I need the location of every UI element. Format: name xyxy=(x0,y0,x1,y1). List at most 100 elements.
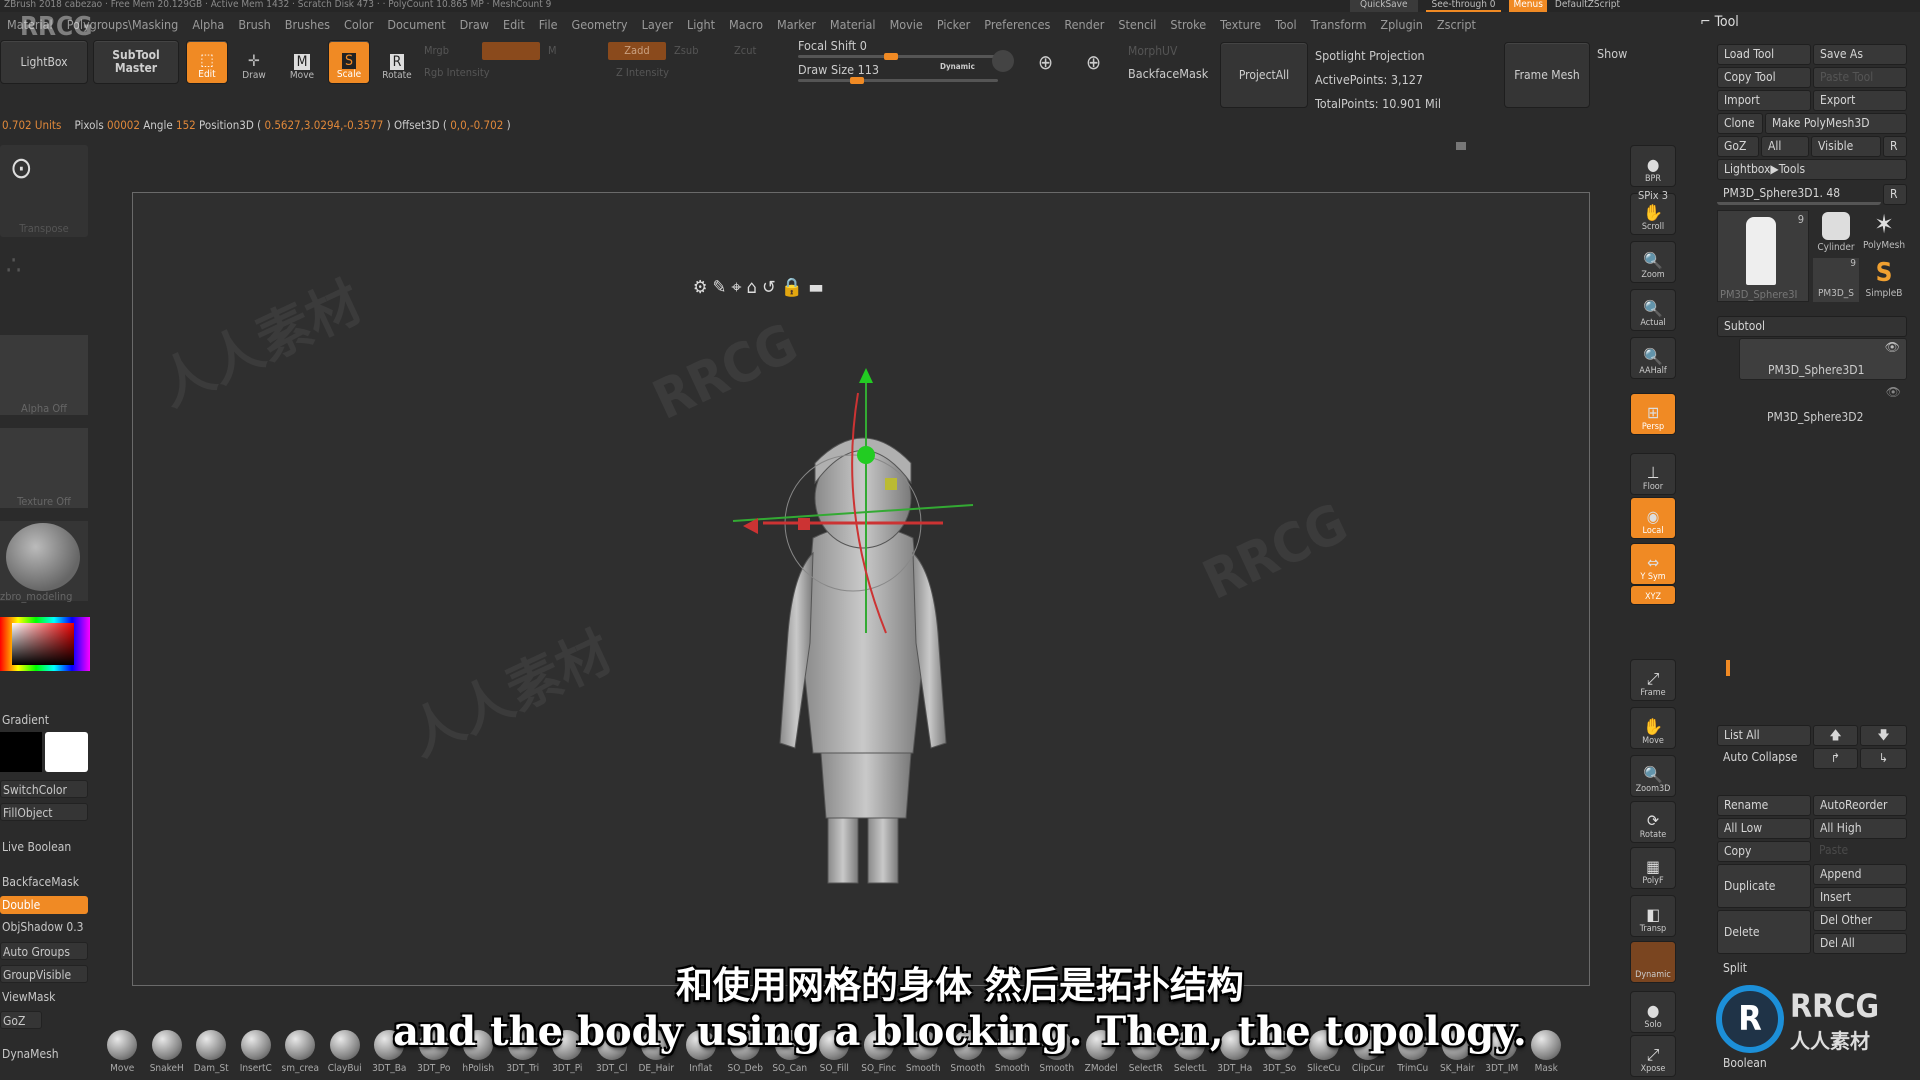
obj-shadow-slider[interactable]: ObjShadow 0.3 xyxy=(0,918,88,936)
menu-light[interactable]: Light xyxy=(680,14,722,36)
duplicate-button[interactable]: Duplicate xyxy=(1717,864,1811,908)
show-button[interactable]: Show xyxy=(1597,46,1627,61)
menu-stencil[interactable]: Stencil xyxy=(1111,14,1163,36)
auto-reorder-button[interactable]: AutoReorder xyxy=(1813,795,1907,816)
goz-button[interactable]: GoZ xyxy=(1717,136,1759,157)
shelf-polyf-button[interactable]: ▦ PolyF xyxy=(1630,847,1676,889)
shelf-frame-button[interactable]: ⤢ Frame xyxy=(1630,659,1676,701)
current-tool-slider[interactable]: PM3D_Sphere3D1. 48 xyxy=(1717,184,1881,205)
menu-transform[interactable]: Transform xyxy=(1304,14,1374,36)
delete-button[interactable]: Delete xyxy=(1717,910,1811,954)
all-high-button[interactable]: All High xyxy=(1813,818,1907,839)
menu-document[interactable]: Document xyxy=(380,14,452,36)
alpha-selector[interactable]: Alpha Off xyxy=(0,335,88,415)
menu-brushes[interactable]: Brushes xyxy=(278,14,337,36)
transpose-button[interactable]: ⊙ Transpose xyxy=(0,145,88,237)
backface-mask-button[interactable]: BackfaceMask xyxy=(1128,66,1208,81)
spix-slider[interactable]: SPix 3 xyxy=(1630,189,1676,202)
arrow-right-icon[interactable]: ↱ xyxy=(1813,748,1858,769)
mrgb-button[interactable]: Mrgb xyxy=(424,44,449,57)
z-intensity-slider[interactable]: Z Intensity xyxy=(616,66,669,79)
menu-marker[interactable]: Marker xyxy=(770,14,823,36)
lightbox-tools-button[interactable]: Lightbox▶Tools xyxy=(1717,159,1907,180)
stroke-dots-icon[interactable]: ∴ xyxy=(0,245,88,325)
shelf-zoom-button[interactable]: 🔍 Zoom xyxy=(1630,241,1676,283)
shelf-rotate-button[interactable]: ⟳ Rotate xyxy=(1630,801,1676,843)
menu-alpha[interactable]: Alpha xyxy=(185,14,231,36)
gizmo-toolbar-icons[interactable]: ⚙ ✎ ⌖ ⌂ ↺ 🔒 ▬ xyxy=(693,277,824,298)
copy-tool-button[interactable]: Copy Tool xyxy=(1717,67,1811,88)
live-boolean-toggle[interactable]: Live Boolean xyxy=(0,838,88,856)
menu-preferences[interactable]: Preferences xyxy=(977,14,1057,36)
subtool-master-button[interactable]: SubTool Master xyxy=(93,40,179,84)
menu-render[interactable]: Render xyxy=(1057,14,1111,36)
project-all-button[interactable]: ProjectAll xyxy=(1220,42,1308,108)
shelf-move-button[interactable]: ✋ Move xyxy=(1630,707,1676,749)
rgb-button[interactable] xyxy=(482,42,540,60)
visibility-eye-icon[interactable]: 👁 xyxy=(1885,340,1900,354)
goz-visible-button[interactable]: Visible xyxy=(1811,136,1881,157)
export-button[interactable]: Export xyxy=(1813,90,1907,111)
all-low-button[interactable]: All Low xyxy=(1717,818,1811,839)
menu-zplugin[interactable]: Zplugin xyxy=(1373,14,1430,36)
quicksave-button[interactable]: QuickSave xyxy=(1350,0,1418,12)
shelf-y-sym-button[interactable]: ⇔ Y Sym xyxy=(1630,543,1676,585)
insert-button[interactable]: Insert xyxy=(1813,887,1907,908)
double-toggle[interactable]: Double xyxy=(0,896,88,914)
zadd-button[interactable]: Zadd xyxy=(608,42,666,60)
shelf-zoom3d-button[interactable]: 🔍 Zoom3D xyxy=(1630,755,1676,797)
menu-material[interactable]: Material xyxy=(823,14,883,36)
backface-mask-toggle[interactable]: BackfaceMask xyxy=(0,873,88,891)
boolean-section[interactable]: Boolean xyxy=(1717,1054,1907,1075)
arrow-down-right-icon[interactable]: ↳ xyxy=(1860,748,1907,769)
tool-thumb-main[interactable]: 9 PM3D_Sphere3I xyxy=(1717,210,1809,302)
menu-zscript[interactable]: Zscript xyxy=(1430,14,1483,36)
m-button[interactable]: M xyxy=(548,44,557,57)
save-as-button[interactable]: Save As xyxy=(1813,44,1907,65)
paste-button[interactable]: Paste xyxy=(1813,841,1907,862)
dynamic-toggle[interactable]: Dynamic xyxy=(940,62,975,71)
tool-panel-scroll-indicator[interactable] xyxy=(1726,660,1730,676)
spotlight-s-icon[interactable]: ⊕ xyxy=(1038,50,1053,74)
spotlight-d-icon[interactable]: ⊕ xyxy=(1086,50,1101,74)
menu-edit[interactable]: Edit xyxy=(496,14,532,36)
move-button[interactable]: M Move xyxy=(282,40,322,84)
copy-button[interactable]: Copy xyxy=(1717,841,1811,862)
pin-icon[interactable]: ⌐ xyxy=(1700,14,1711,30)
menu-color[interactable]: Color xyxy=(337,14,380,36)
tool-panel-title[interactable]: Tool xyxy=(1715,14,1739,30)
default-zscript-button[interactable]: DefaultZScript xyxy=(1555,0,1620,12)
make-polymesh-button[interactable]: Make PolyMesh3D xyxy=(1765,113,1907,134)
menu-tool[interactable]: Tool xyxy=(1268,14,1304,36)
visibility-eye-icon[interactable]: 👁 xyxy=(1886,385,1901,399)
menu-layer[interactable]: Layer xyxy=(635,14,680,36)
viewport-scroll-handle[interactable] xyxy=(1456,142,1466,150)
menu-macro[interactable]: Macro xyxy=(722,14,770,36)
zcut-button[interactable]: Zcut xyxy=(734,44,756,57)
current-tool-r-button[interactable]: R xyxy=(1883,184,1907,205)
morph-uv-button[interactable]: MorphUV xyxy=(1128,44,1177,58)
lazy-mouse-icon[interactable] xyxy=(992,50,1014,72)
menu-draw[interactable]: Draw xyxy=(453,14,496,36)
shelf-floor-button[interactable]: ⊥ Floor xyxy=(1630,453,1676,495)
menu-file[interactable]: File xyxy=(532,14,565,36)
menu-movie[interactable]: Movie xyxy=(883,14,930,36)
lightbox-button[interactable]: LightBox xyxy=(0,40,88,84)
import-button[interactable]: Import xyxy=(1717,90,1811,111)
menu-picker[interactable]: Picker xyxy=(930,14,977,36)
see-through-slider[interactable]: See-through 0 xyxy=(1425,0,1502,12)
subtool-item-1[interactable]: 👁 PM3D_Sphere3D1 xyxy=(1739,338,1907,380)
color-picker[interactable] xyxy=(0,617,90,671)
move-down-button[interactable]: 🡇 xyxy=(1860,725,1907,746)
clone-button[interactable]: Clone xyxy=(1717,113,1763,134)
scale-button[interactable]: S Scale xyxy=(328,40,370,84)
menus-button[interactable]: Menus xyxy=(1509,0,1547,12)
load-tool-button[interactable]: Load Tool xyxy=(1717,44,1811,65)
edit-button[interactable]: ⬚ Edit xyxy=(186,40,228,84)
move-up-button[interactable]: 🡅 xyxy=(1813,725,1858,746)
viewport-canvas[interactable]: ⚙ ✎ ⌖ ⌂ ↺ 🔒 ▬ xyxy=(132,192,1590,986)
texture-selector[interactable]: Texture Off xyxy=(0,428,88,508)
goz-r-button[interactable]: R xyxy=(1883,136,1907,157)
menu-brush[interactable]: Brush xyxy=(231,14,277,36)
subtool-section-header[interactable]: Subtool xyxy=(1717,316,1907,337)
